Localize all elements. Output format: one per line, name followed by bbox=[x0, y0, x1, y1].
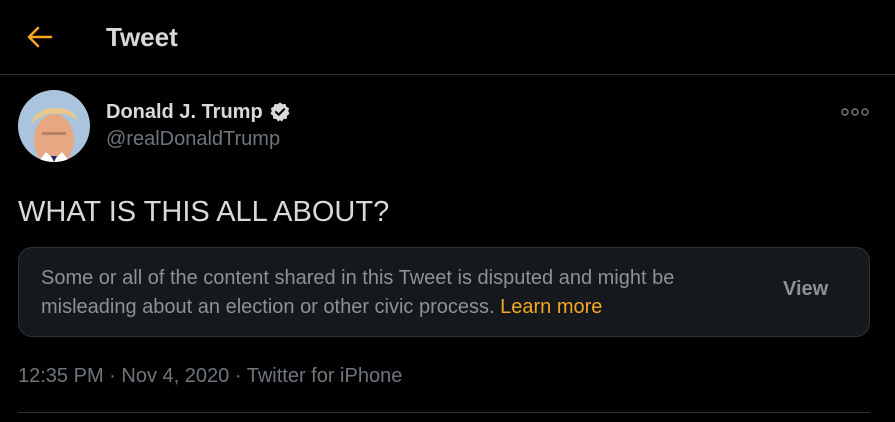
tweet-date[interactable]: Nov 4, 2020 bbox=[121, 365, 229, 387]
author-name[interactable]: Donald J. Trump bbox=[106, 101, 263, 124]
tweet-time[interactable]: 12:35 PM bbox=[18, 365, 104, 387]
tweet-source[interactable]: Twitter for iPhone bbox=[247, 365, 403, 387]
author-row: Donald J. Trump bbox=[106, 98, 291, 126]
misleading-notice: Some or all of the content shared in thi… bbox=[18, 247, 870, 337]
divider bbox=[18, 412, 870, 413]
author-handle[interactable]: @realDonaldTrump bbox=[106, 128, 280, 151]
top-bar: Tweet bbox=[0, 0, 895, 75]
learn-more-link[interactable]: Learn more bbox=[500, 296, 602, 318]
arrow-left-icon bbox=[27, 26, 53, 48]
meta-separator: · bbox=[234, 365, 242, 387]
notice-text-block: Some or all of the content shared in thi… bbox=[41, 264, 761, 322]
page-title: Tweet bbox=[106, 22, 178, 52]
more-options-button[interactable] bbox=[838, 100, 872, 124]
tweet-meta: 12:35 PM · Nov 4, 2020 · Twitter for iPh… bbox=[18, 362, 402, 390]
tweet-text: WHAT IS THIS ALL ABOUT? bbox=[18, 196, 390, 228]
verified-badge-icon bbox=[270, 102, 290, 122]
avatar[interactable] bbox=[18, 90, 90, 162]
back-button[interactable] bbox=[22, 20, 58, 54]
view-button[interactable]: View bbox=[783, 278, 828, 301]
profile-photo bbox=[18, 90, 90, 162]
more-dots-icon bbox=[841, 108, 869, 116]
meta-separator: · bbox=[109, 365, 116, 387]
